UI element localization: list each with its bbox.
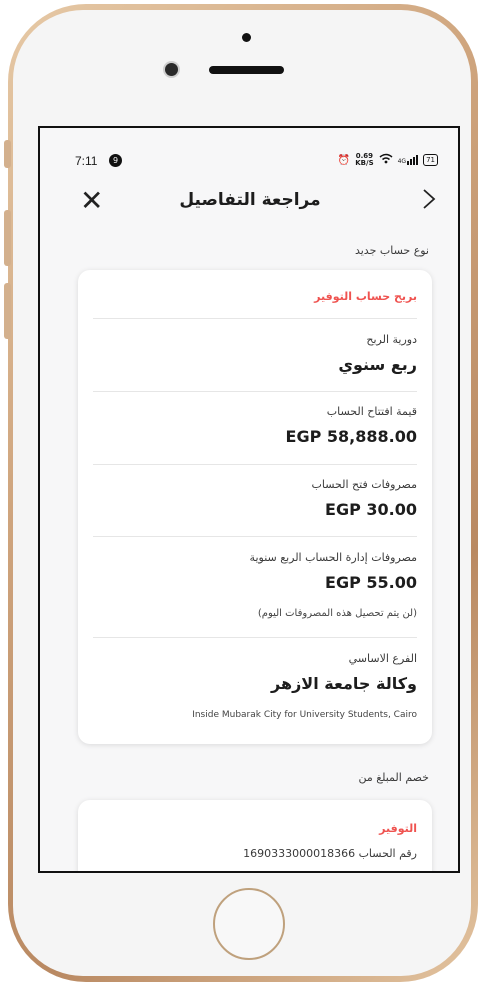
- divider: [93, 637, 417, 638]
- debit-account-number: رقم الحساب 1690333000018366: [243, 847, 417, 860]
- front-camera-icon: [165, 63, 178, 76]
- fees-note: (لن يتم تحصيل هذه المصروفات اليوم): [257, 608, 417, 619]
- battery-icon: 71: [423, 154, 438, 166]
- debit-from-label: خصم المبلغ من: [358, 771, 429, 784]
- volume-down-button: [4, 283, 11, 339]
- main-branch-value: وكالة جامعة الازهر: [271, 674, 417, 693]
- quarterly-fees-value: EGP 55.00: [325, 573, 417, 592]
- debit-account-name: التوفير: [379, 822, 417, 835]
- wifi-icon: [379, 153, 393, 167]
- notification-badge: 9: [109, 154, 122, 167]
- profit-frequency-label: دورية الربح: [366, 333, 417, 346]
- header: ✕ مراجعة التفاصيل: [40, 185, 458, 219]
- opening-amount-value: EGP 58,888.00: [285, 427, 417, 446]
- quarterly-fees-label: مصروفات إدارة الحساب الربع سنوية: [249, 551, 417, 564]
- opening-fees-value: EGP 30.00: [325, 500, 417, 519]
- main-branch-label: الفرع الاساسي: [348, 652, 417, 665]
- product-name: بريح حساب التوفير: [314, 290, 417, 303]
- status-icons: ⏰ 0.69 KB/S 4G 71: [338, 153, 438, 167]
- home-button[interactable]: [213, 888, 285, 960]
- debit-account-card[interactable]: التوفير رقم الحساب 1690333000018366: [78, 800, 432, 871]
- opening-amount-label: قيمة افتتاح الحساب: [326, 405, 417, 418]
- divider: [93, 318, 417, 319]
- account-type-label: نوع حساب جديد: [354, 244, 429, 257]
- alarm-icon: ⏰: [337, 154, 351, 166]
- chevron-right-icon[interactable]: [422, 187, 436, 217]
- opening-fees-label: مصروفات فتح الحساب: [311, 478, 417, 491]
- divider: [93, 391, 417, 392]
- silent-switch: [4, 140, 11, 168]
- account-details-card: بريح حساب التوفير دورية الربح ربع سنوي ق…: [78, 270, 432, 744]
- earpiece-speaker: [209, 66, 284, 74]
- status-time: 7:11: [75, 154, 98, 168]
- signal-icon: 4G: [398, 155, 419, 165]
- proximity-sensor: [242, 33, 251, 42]
- status-bar: 7:11 9 ⏰ 0.69 KB/S 4G 71: [40, 150, 458, 170]
- page-title: مراجعة التفاصيل: [179, 190, 321, 210]
- app-screen: 7:11 9 ⏰ 0.69 KB/S 4G 71 ✕ مراجعة التفاص…: [38, 126, 460, 873]
- branch-address: Inside Mubarak City for University Stude…: [192, 710, 417, 720]
- divider: [93, 464, 417, 465]
- network-speed: 0.69 KB/S: [355, 152, 374, 167]
- divider: [93, 536, 417, 537]
- profit-frequency-value: ربع سنوي: [338, 355, 417, 374]
- volume-up-button: [4, 210, 11, 266]
